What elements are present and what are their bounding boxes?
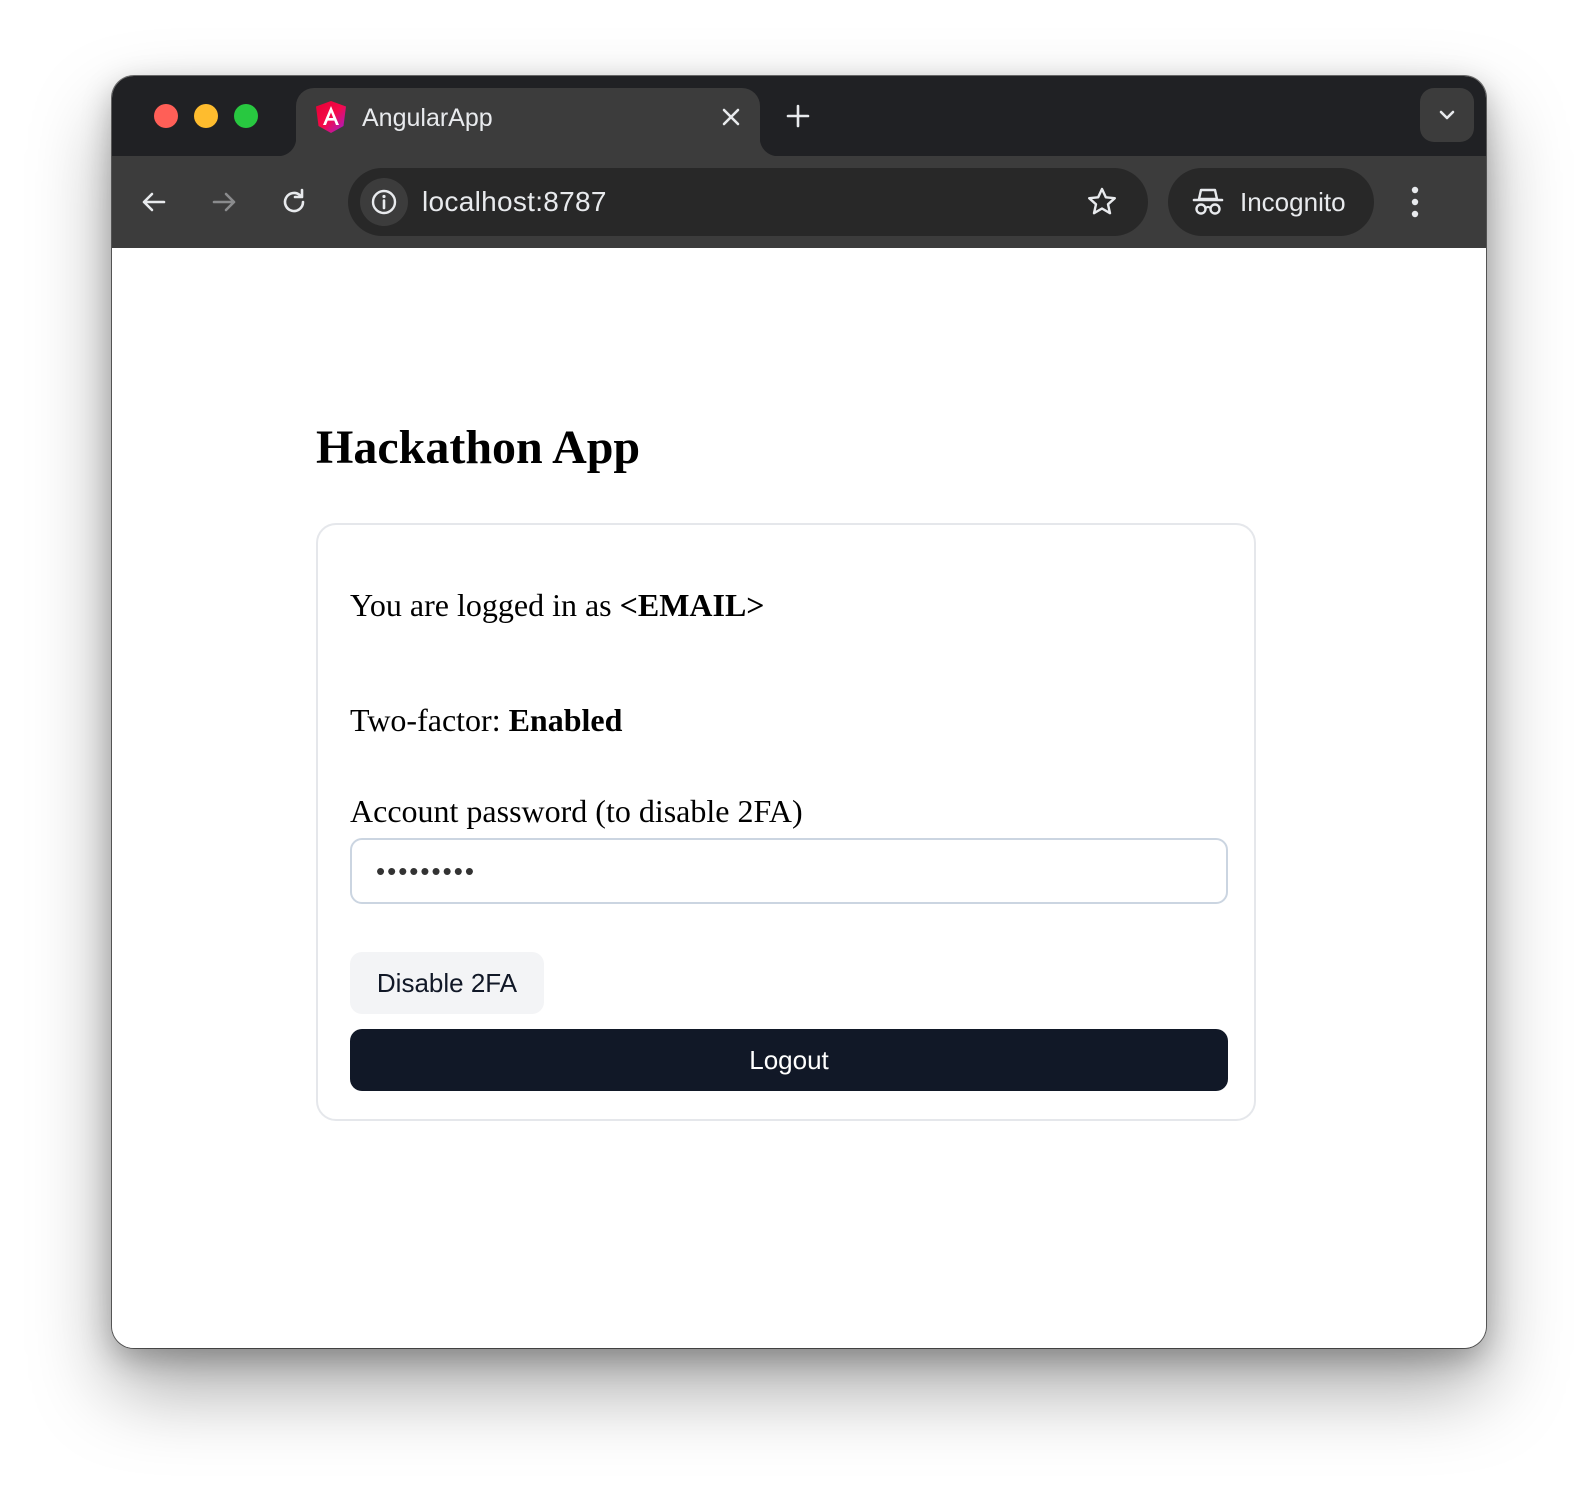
minimize-window-button[interactable]: [194, 104, 218, 128]
back-arrow-icon[interactable]: [136, 184, 172, 220]
page-title: Hackathon App: [316, 421, 641, 474]
user-email: <EMAIL>: [619, 587, 765, 623]
info-icon: [371, 189, 397, 215]
angular-logo-icon: [316, 101, 346, 133]
close-tab-icon[interactable]: [716, 102, 746, 132]
url-text[interactable]: localhost:8787: [422, 184, 607, 220]
close-window-button[interactable]: [154, 104, 178, 128]
incognito-icon: [1192, 188, 1224, 215]
browser-toolbar: localhost:8787 Incognito: [112, 156, 1486, 248]
incognito-profile-button[interactable]: Incognito: [1168, 168, 1374, 236]
more-menu-icon[interactable]: [1400, 182, 1430, 222]
browser-tab[interactable]: AngularApp: [278, 88, 778, 156]
site-info-button[interactable]: [360, 178, 408, 226]
forward-arrow-icon[interactable]: [206, 184, 242, 220]
logged-in-text: You are logged in as <EMAIL>: [350, 585, 765, 625]
address-bar[interactable]: localhost:8787: [348, 168, 1148, 236]
password-input[interactable]: [350, 838, 1228, 904]
tab-title: AngularApp: [362, 104, 493, 132]
logged-in-prefix: You are logged in as: [350, 587, 620, 623]
incognito-label: Incognito: [1240, 187, 1346, 217]
new-tab-icon[interactable]: [782, 100, 814, 132]
browser-window: AngularApp localhost:8787 Incognito Hack…: [112, 76, 1486, 1348]
title-bar: AngularApp: [112, 76, 1486, 156]
twofactor-prefix: Two-factor:: [350, 702, 509, 738]
password-label: Account password (to disable 2FA): [350, 793, 803, 829]
twofactor-status: Enabled: [508, 702, 623, 738]
bookmark-star-icon[interactable]: [1084, 184, 1120, 220]
logout-button[interactable]: Logout: [350, 1029, 1228, 1091]
disable-2fa-button[interactable]: Disable 2FA: [350, 952, 544, 1014]
page-content: Hackathon App You are logged in as <EMAI…: [112, 248, 1486, 1348]
maximize-window-button[interactable]: [234, 104, 258, 128]
chevron-down-icon: [1439, 110, 1455, 120]
twofactor-status-text: Two-factor: Enabled: [350, 700, 622, 740]
tab-search-button[interactable]: [1420, 88, 1474, 142]
reload-icon[interactable]: [276, 184, 312, 220]
account-card: You are logged in as <EMAIL> Two-factor:…: [316, 523, 1256, 1121]
